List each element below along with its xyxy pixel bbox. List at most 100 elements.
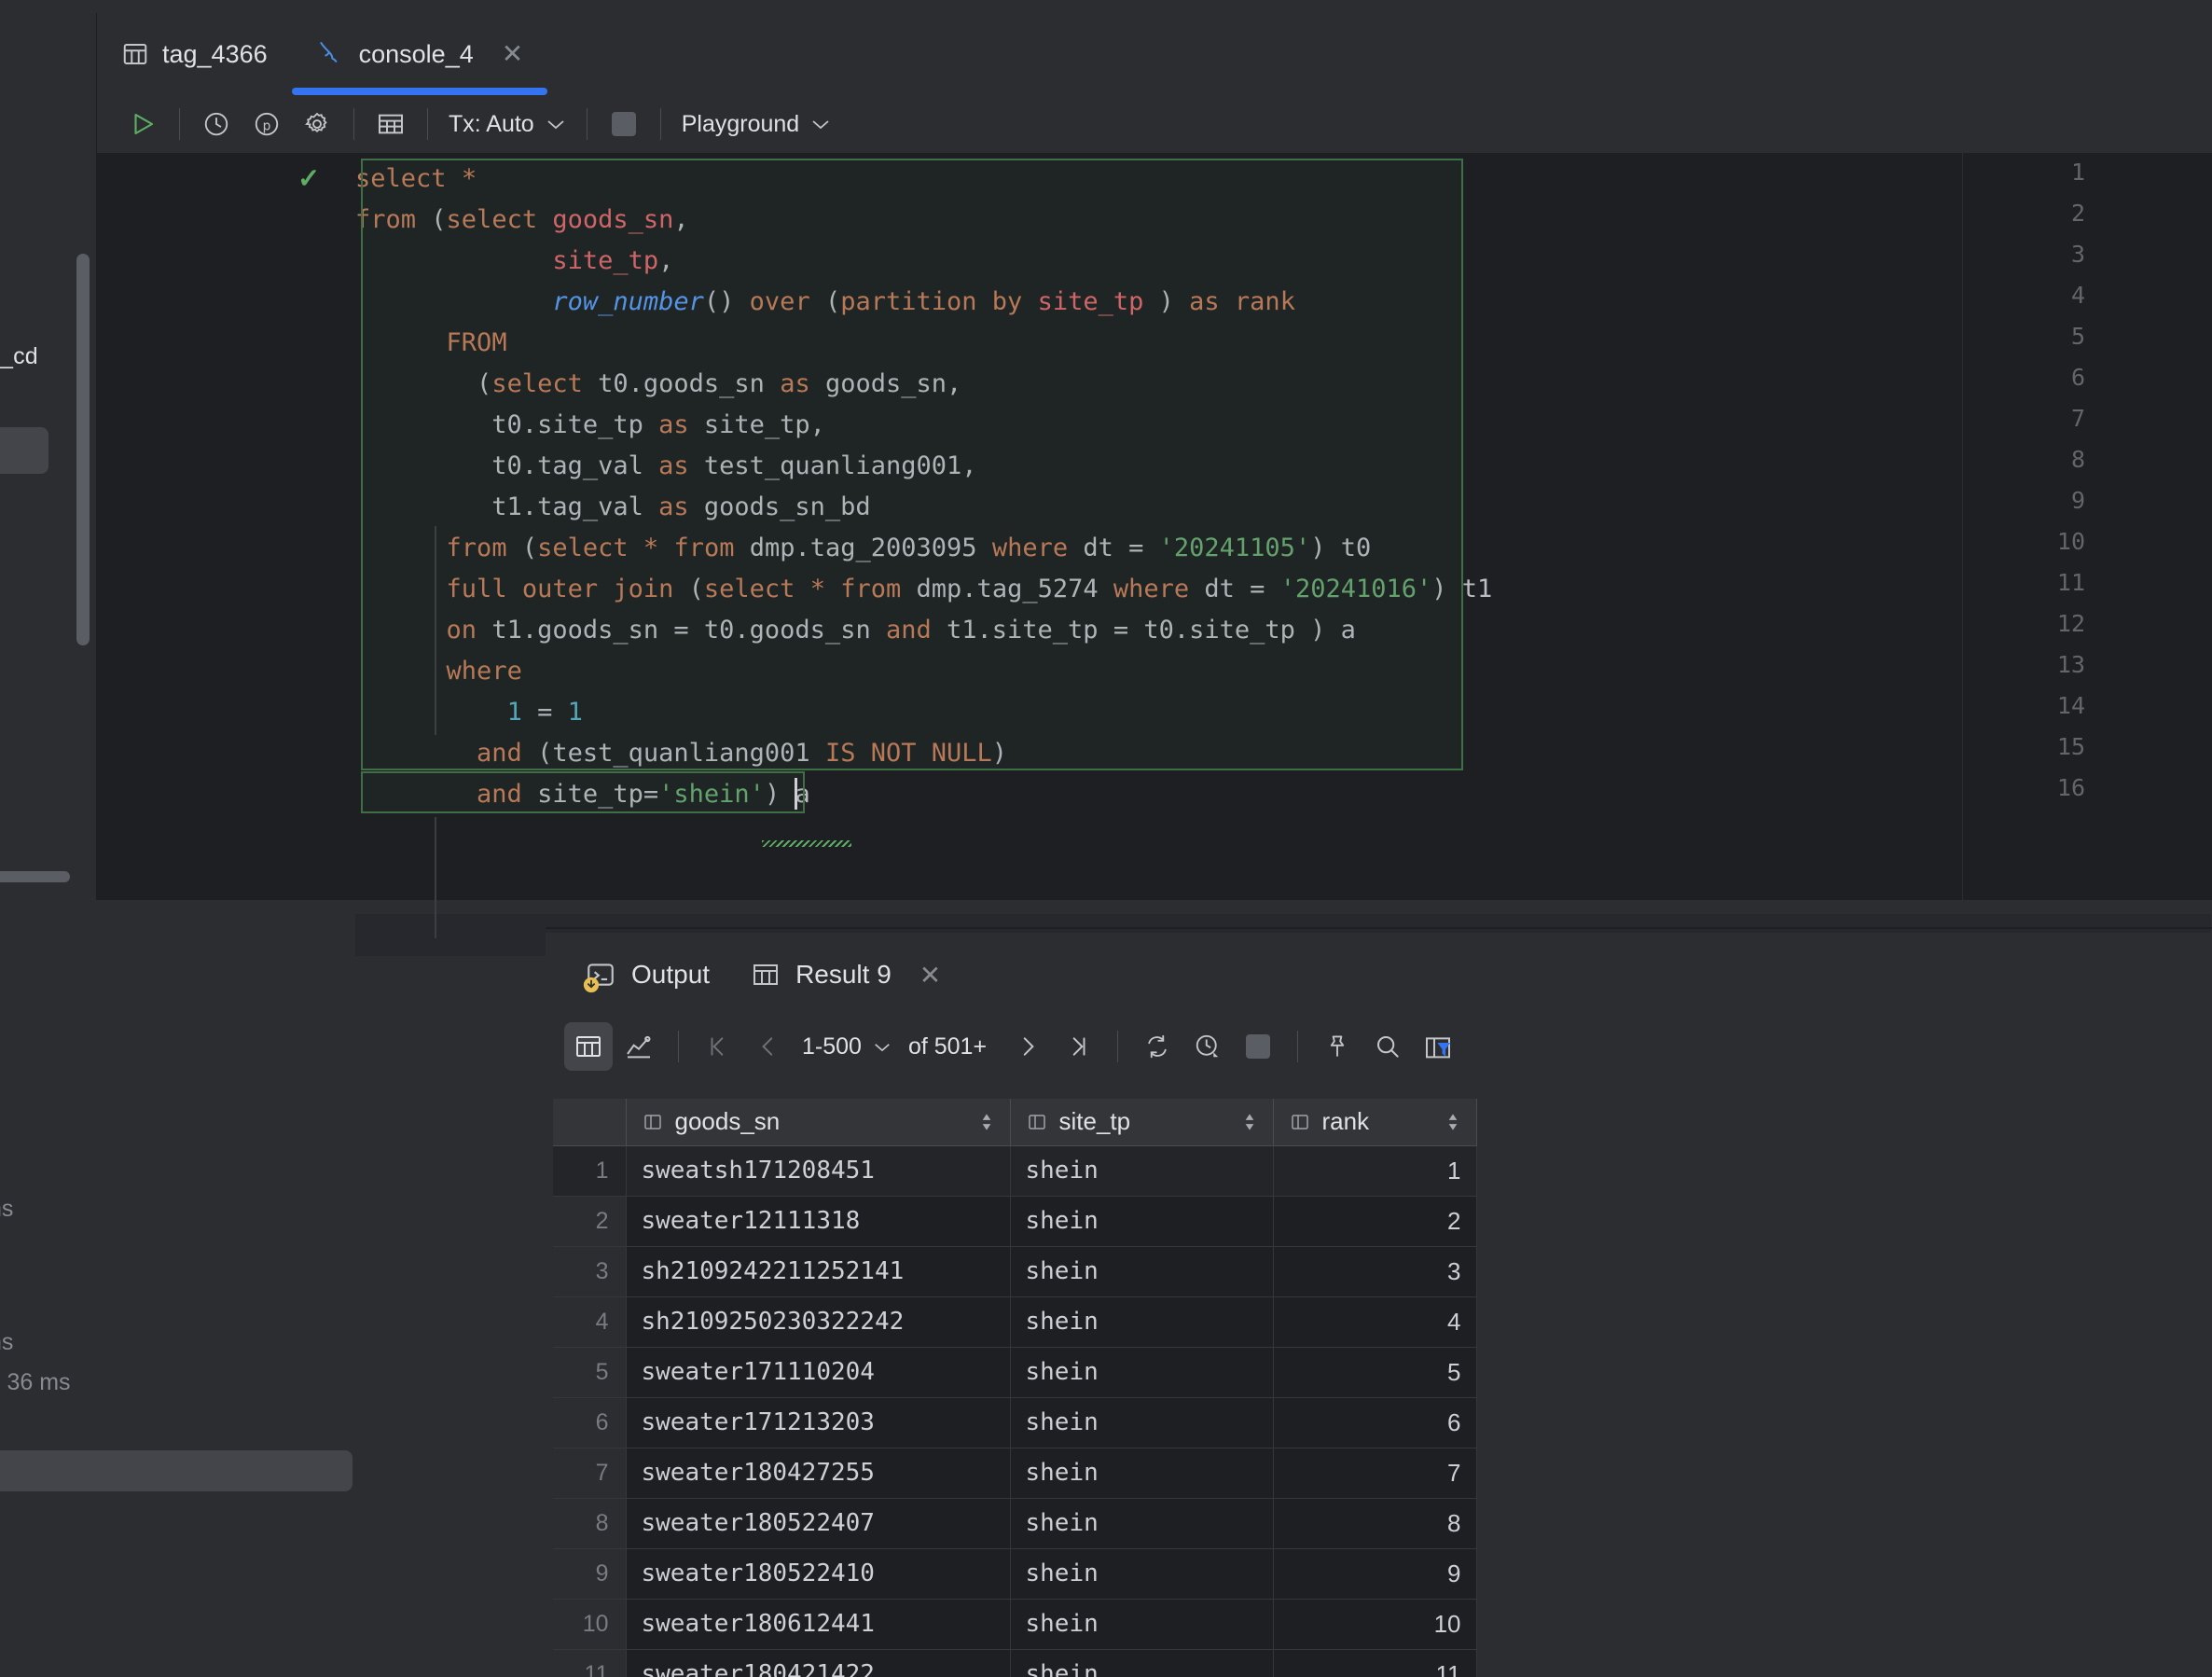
results-tab-output[interactable]: Output xyxy=(564,938,730,1011)
editor-body[interactable]: 1 2 3 4 5 6 7 8 9 10 11 12 13 14 15 16 ✓ select * from (… xyxy=(97,153,2212,956)
cell-rank[interactable]: 9 xyxy=(1273,1548,1477,1600)
code-line[interactable]: full outer join (select * from dmp.tag_5… xyxy=(355,569,1493,610)
close-icon[interactable]: ✕ xyxy=(919,960,941,991)
code-line[interactable]: (select t0.goods_sn as goods_sn, xyxy=(355,364,961,405)
cell-rank[interactable]: 10 xyxy=(1273,1599,1477,1650)
cell-rank[interactable]: 5 xyxy=(1273,1347,1477,1398)
stop-button[interactable] xyxy=(1234,1022,1282,1071)
code-line[interactable]: on t1.goods_sn = t0.goods_sn and t1.site… xyxy=(355,610,1356,651)
cell-goods_sn[interactable]: sweater12111318 xyxy=(626,1196,1011,1247)
next-page-button[interactable] xyxy=(1003,1022,1052,1071)
code-line[interactable]: t0.tag_val as test_quanliang001, xyxy=(355,446,976,487)
reload-icon[interactable] xyxy=(1133,1022,1182,1071)
code-token: site_tp xyxy=(1037,287,1144,316)
sort-toggle-icon[interactable] xyxy=(978,1110,995,1134)
table-row[interactable]: 1 sweatsh171208451 shein 1 xyxy=(553,1145,1477,1197)
table-row[interactable]: 11 sweater180421422 shein 11 xyxy=(553,1649,1477,1677)
table-row[interactable]: 3 sh2109242211252141 shein 3 xyxy=(553,1246,1477,1297)
left-panel-vertical-scrollbar[interactable] xyxy=(76,254,90,645)
column-header-rank[interactable]: rank xyxy=(1273,1099,1477,1146)
editor-tab-tag_4366[interactable]: tag_4366 xyxy=(97,13,292,95)
close-icon[interactable]: ✕ xyxy=(502,41,523,67)
cell-rank[interactable]: 6 xyxy=(1273,1397,1477,1448)
cell-site_tp[interactable]: shein xyxy=(1010,1548,1274,1600)
page-range-dropdown[interactable]: 1-500 xyxy=(795,1033,899,1060)
table-row[interactable]: 4 sh2109250230322242 shein 4 xyxy=(553,1296,1477,1348)
table-row[interactable]: 2 sweater12111318 shein 2 xyxy=(553,1196,1477,1247)
cell-site_tp[interactable]: shein xyxy=(1010,1448,1274,1499)
table-row[interactable]: 5 sweater171110204 shein 5 xyxy=(553,1347,1477,1398)
table-view-icon[interactable] xyxy=(366,99,416,149)
code-line[interactable]: where xyxy=(355,651,522,692)
prev-page-button[interactable] xyxy=(744,1022,793,1071)
table-row[interactable]: 6 sweater171213203 shein 6 xyxy=(553,1397,1477,1448)
history-icon[interactable] xyxy=(1183,1022,1232,1071)
cell-site_tp[interactable]: shein xyxy=(1010,1196,1274,1247)
profile-icon[interactable]: p xyxy=(242,99,292,149)
code-line[interactable]: t1.tag_val as goods_sn_bd xyxy=(355,487,870,528)
cell-rank[interactable]: 2 xyxy=(1273,1196,1477,1247)
column-header-site_tp[interactable]: site_tp xyxy=(1010,1099,1274,1146)
cell-goods_sn[interactable]: sweater180427255 xyxy=(626,1448,1011,1499)
tx-mode-dropdown[interactable]: Tx: Auto xyxy=(439,111,575,138)
column-header-label: rank xyxy=(1321,1107,1370,1136)
cell-goods_sn[interactable]: sweater171213203 xyxy=(626,1397,1011,1448)
search-icon[interactable] xyxy=(1363,1022,1412,1071)
cell-rank[interactable]: 11 xyxy=(1273,1649,1477,1677)
row-number-cell: 3 xyxy=(553,1246,627,1297)
code-line[interactable]: and (test_quanliang001 IS NOT NULL) xyxy=(355,733,1007,774)
cell-rank[interactable]: 4 xyxy=(1273,1296,1477,1348)
code-line[interactable]: site_tp, xyxy=(355,241,673,282)
cell-site_tp[interactable]: shein xyxy=(1010,1145,1274,1197)
last-page-button[interactable] xyxy=(1054,1022,1102,1071)
cell-site_tp[interactable]: shein xyxy=(1010,1649,1274,1677)
cell-site_tp[interactable]: shein xyxy=(1010,1498,1274,1549)
code-line[interactable]: FROM xyxy=(355,323,507,364)
cell-goods_sn[interactable]: sh2109242211252141 xyxy=(626,1246,1011,1297)
history-icon[interactable] xyxy=(191,99,242,149)
cell-goods_sn[interactable]: sweater180421422 xyxy=(626,1649,1011,1677)
editor-tab-console_4[interactable]: console_4 ✕ xyxy=(291,13,548,95)
table-row[interactable]: 8 sweater180522407 shein 8 xyxy=(553,1498,1477,1549)
code-line[interactable]: 1 = 1 xyxy=(355,692,583,733)
code-line[interactable]: from (select * from dmp.tag_2003095 wher… xyxy=(355,528,1372,569)
cell-goods_sn[interactable]: sweater171110204 xyxy=(626,1347,1011,1398)
code-line[interactable]: row_number() over (partition by site_tp … xyxy=(355,282,1295,323)
first-page-button[interactable] xyxy=(694,1022,742,1071)
code-line[interactable]: from (select goods_sn, xyxy=(355,200,689,241)
code-line[interactable]: select * xyxy=(355,159,477,200)
cell-site_tp[interactable]: shein xyxy=(1010,1296,1274,1348)
stop-button[interactable] xyxy=(599,99,649,149)
grid-view-button[interactable] xyxy=(564,1022,613,1071)
cell-site_tp[interactable]: shein xyxy=(1010,1599,1274,1650)
result-grid[interactable]: goods_sn site_tp rank 1 sweatsh171208451… xyxy=(553,1099,2212,1677)
cell-site_tp[interactable]: shein xyxy=(1010,1246,1274,1297)
cell-goods_sn[interactable]: sweatsh171208451 xyxy=(626,1145,1011,1197)
cell-rank[interactable]: 7 xyxy=(1273,1448,1477,1499)
cell-goods_sn[interactable]: sh2109250230322242 xyxy=(626,1296,1011,1348)
sort-toggle-icon[interactable] xyxy=(1241,1110,1258,1134)
sort-toggle-icon[interactable] xyxy=(1445,1110,1461,1134)
column-header-goods_sn[interactable]: goods_sn xyxy=(626,1099,1011,1146)
table-row[interactable]: 7 sweater180427255 shein 7 xyxy=(553,1448,1477,1499)
cell-rank[interactable]: 1 xyxy=(1273,1145,1477,1197)
code-line[interactable]: t0.site_tp as site_tp, xyxy=(355,405,825,446)
chart-view-button[interactable] xyxy=(615,1022,663,1071)
cell-site_tp[interactable]: shein xyxy=(1010,1397,1274,1448)
table-row[interactable]: 9 sweater180522410 shein 9 xyxy=(553,1548,1477,1600)
cell-site_tp[interactable]: shein xyxy=(1010,1347,1274,1398)
cell-goods_sn[interactable]: sweater180612441 xyxy=(626,1599,1011,1650)
cell-rank[interactable]: 3 xyxy=(1273,1246,1477,1297)
cell-goods_sn[interactable]: sweater180522407 xyxy=(626,1498,1011,1549)
run-button[interactable] xyxy=(118,99,168,149)
table-row[interactable]: 10 sweater180612441 shein 10 xyxy=(553,1599,1477,1650)
session-dropdown[interactable]: Playground xyxy=(672,111,840,138)
left-panel-top-strip xyxy=(0,0,97,13)
cell-goods_sn[interactable]: sweater180522410 xyxy=(626,1548,1011,1600)
left-panel-horizontal-scrollbar[interactable] xyxy=(0,871,70,882)
filter-icon[interactable] xyxy=(1414,1022,1462,1071)
gear-icon[interactable] xyxy=(292,99,342,149)
cell-rank[interactable]: 8 xyxy=(1273,1498,1477,1549)
pin-icon[interactable] xyxy=(1313,1022,1362,1071)
results-tab-result-9[interactable]: Result 9 ✕ xyxy=(730,938,961,1011)
